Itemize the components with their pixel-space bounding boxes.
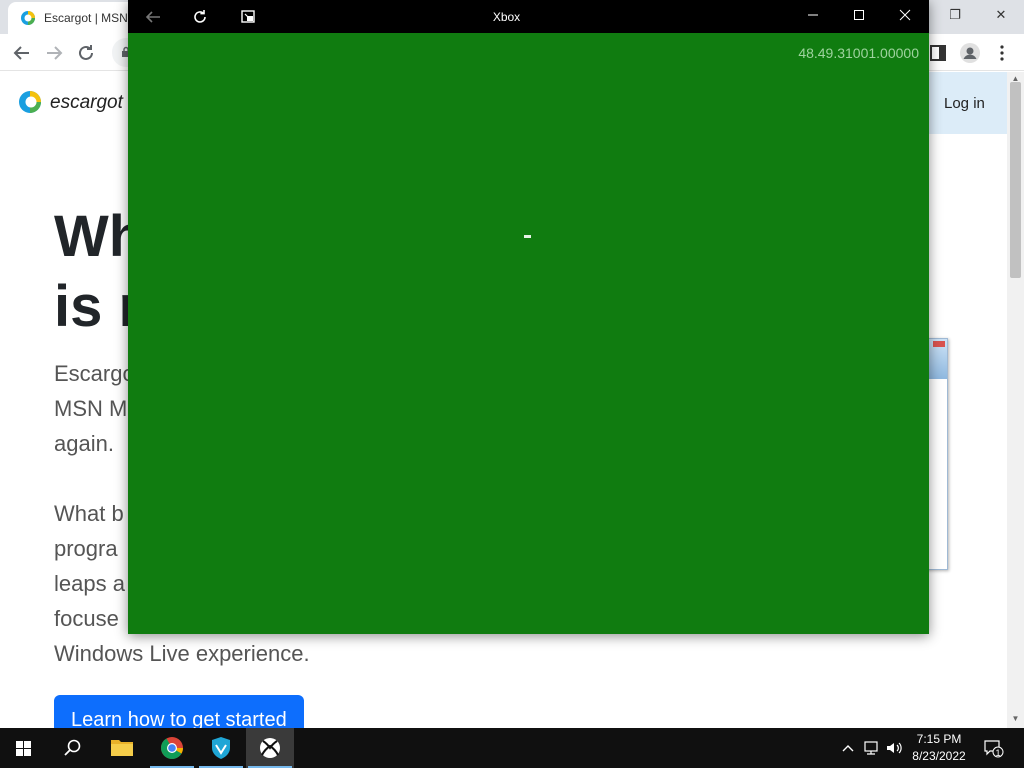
scroll-thumb[interactable] xyxy=(1010,82,1021,278)
get-started-button[interactable]: Learn how to get started xyxy=(54,695,304,728)
chrome-icon[interactable] xyxy=(148,728,196,768)
site-logo-text[interactable]: escargot xyxy=(50,92,123,114)
reload-icon[interactable] xyxy=(74,41,98,65)
start-icon[interactable] xyxy=(0,728,48,768)
volume-icon[interactable] xyxy=(884,738,904,758)
kebab-menu-icon[interactable] xyxy=(990,41,1014,65)
chevron-up-icon[interactable] xyxy=(838,738,858,758)
xbox-app-window: Xbox 48.49.31001.00000 xyxy=(128,0,929,634)
file-explorer-icon[interactable] xyxy=(98,728,146,768)
clock-time: 7:15 PM xyxy=(916,732,962,746)
paragraph-line: Windows Live experience. xyxy=(54,641,310,666)
escargot-favicon-icon xyxy=(21,11,35,25)
xbox-icon[interactable] xyxy=(246,728,294,768)
background-window-close-icon[interactable] xyxy=(933,341,945,347)
network-icon[interactable] xyxy=(861,738,881,758)
xbox-titlebar[interactable]: Xbox xyxy=(128,0,929,33)
windows-taskbar: 7:15 PM 8/23/2022 1 xyxy=(0,728,1024,768)
system-clock[interactable]: 7:15 PM 8/23/2022 xyxy=(905,731,973,765)
background-window-edge[interactable] xyxy=(926,338,948,570)
forward-arrow-icon[interactable] xyxy=(42,41,66,65)
close-icon[interactable] xyxy=(882,0,928,33)
profile-avatar-icon[interactable] xyxy=(958,41,982,65)
app-version-label: 48.49.31001.00000 xyxy=(798,45,919,61)
login-link[interactable]: Log in xyxy=(944,95,985,112)
tab-title: Escargot | MSN xyxy=(44,11,128,25)
back-arrow-icon[interactable] xyxy=(10,41,34,65)
chrome-close-button[interactable]: ✕ xyxy=(978,0,1024,32)
scroll-down-icon[interactable]: ▼ xyxy=(1010,714,1021,724)
xbox-window-title: Xbox xyxy=(492,10,521,24)
page-scrollbar[interactable]: ▲ ▼ xyxy=(1007,72,1024,728)
maximize-icon[interactable] xyxy=(836,0,882,33)
vpn-shield-icon[interactable] xyxy=(197,728,245,768)
notification-count-badge: 1 xyxy=(995,748,1001,758)
chrome-restore-button[interactable]: ❐ xyxy=(932,0,978,32)
escargot-logo-icon[interactable] xyxy=(18,90,42,114)
search-icon[interactable] xyxy=(48,728,96,768)
side-panel-icon[interactable] xyxy=(926,41,950,65)
notification-center-icon[interactable]: 1 xyxy=(982,738,1006,758)
minimize-icon[interactable] xyxy=(790,0,836,33)
clock-date: 8/23/2022 xyxy=(912,749,966,763)
loading-indicator xyxy=(524,235,531,238)
